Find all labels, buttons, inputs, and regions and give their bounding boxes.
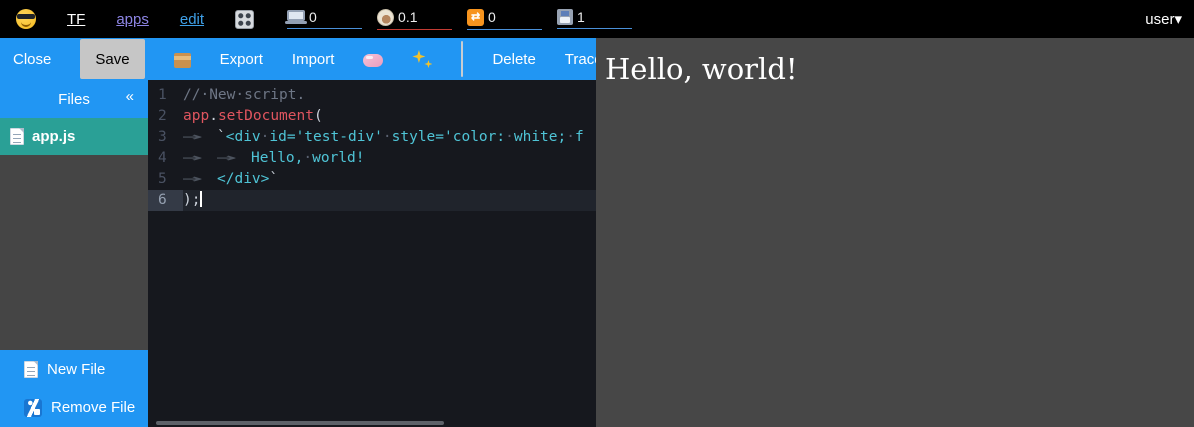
code-token: id='test-div': [269, 129, 383, 145]
code-line[interactable]: 5→</div>`: [148, 169, 596, 190]
tab-marker: →: [183, 127, 217, 148]
code-token: .: [209, 108, 218, 124]
code-token: ·: [303, 150, 312, 166]
top-bar: TF apps edit 0 0.1 0 1 user▾: [0, 0, 1194, 38]
new-file-label: New File: [47, 361, 105, 378]
code-token: `: [269, 171, 278, 187]
saves-value: 1: [577, 9, 585, 25]
caret-down-icon: ▾: [1174, 11, 1182, 28]
code-token: ·: [505, 129, 514, 145]
user-menu-label: user: [1145, 11, 1174, 28]
editor-pane: Close Save Export Import Delete Trace Fi…: [0, 38, 596, 427]
export-button[interactable]: Export: [220, 51, 263, 68]
line-number: 1: [148, 85, 183, 106]
main-area: Close Save Export Import Delete Trace Fi…: [0, 38, 1194, 427]
code-token: Hello,: [251, 150, 303, 166]
package-icon: [174, 53, 191, 68]
laptop-icon: [287, 10, 305, 21]
remove-file-label: Remove File: [51, 399, 135, 416]
code-token: </div>: [217, 171, 269, 187]
code-line[interactable]: 1//·New·script.: [148, 85, 596, 106]
remove-file-button[interactable]: Remove File: [0, 388, 148, 427]
save-button[interactable]: Save: [80, 39, 144, 79]
status-metrics: 0 0.1 0 1: [287, 9, 632, 30]
package-button[interactable]: [174, 51, 191, 68]
code-token: app: [183, 108, 209, 124]
line-number: 5: [148, 169, 183, 190]
workspace: Files « app.js New File Remove File: [0, 80, 596, 427]
new-file-button[interactable]: New File: [0, 350, 148, 388]
code-token: //·New·script.: [183, 87, 305, 103]
code-token: world!: [312, 150, 364, 166]
code-token: );: [183, 192, 200, 208]
nav-link-edit[interactable]: edit: [180, 11, 204, 28]
reload-metric: 0: [467, 9, 542, 30]
tab-marker: →: [183, 169, 217, 190]
code-line[interactable]: 2app.setDocument(: [148, 106, 596, 127]
files-header: Files «: [0, 80, 148, 118]
code-token: `: [217, 129, 226, 145]
delete-button[interactable]: Delete: [492, 51, 535, 68]
reload-icon: [467, 9, 484, 26]
sunglasses-face-icon[interactable]: [16, 9, 36, 29]
tab-marker: →: [217, 148, 251, 169]
close-button[interactable]: Close: [13, 51, 51, 68]
new-file-icon: [24, 361, 38, 378]
file-name: app.js: [32, 128, 75, 145]
code-lines: 1//·New·script.2app.setDocument(3→`<div·…: [148, 85, 596, 211]
editor-toolbar: Close Save Export Import Delete Trace: [0, 38, 596, 80]
files-sidebar: Files « app.js New File Remove File: [0, 80, 148, 427]
floppy-icon: [557, 9, 573, 25]
file-item-appjs[interactable]: app.js: [0, 118, 148, 155]
cpu-value: 0: [309, 9, 317, 25]
line-number: 3: [148, 127, 183, 148]
code-editor[interactable]: 1//·New·script.2app.setDocument(3→`<div·…: [148, 80, 596, 427]
code-token: style='color:: [392, 129, 506, 145]
ram-icon: [377, 9, 394, 26]
code-token: <div: [226, 129, 261, 145]
litter-bin-icon: [24, 399, 42, 417]
collapse-sidebar-icon[interactable]: «: [126, 88, 134, 105]
text-cursor: [200, 191, 202, 207]
line-number: 4: [148, 148, 183, 169]
soap-icon: [363, 54, 383, 67]
ram-value: 0.1: [398, 9, 417, 25]
reload-value: 0: [488, 9, 496, 25]
code-token: setDocument: [218, 108, 314, 124]
user-menu[interactable]: user▾: [1145, 10, 1182, 28]
files-title: Files: [58, 91, 90, 108]
preview-heading: Hello, world!: [605, 52, 1194, 86]
sidebar-filler: [0, 155, 148, 350]
preview-pane: Hello, world!: [596, 38, 1194, 427]
file-page-icon: [10, 128, 24, 145]
horizontal-scrollbar[interactable]: [156, 421, 444, 425]
line-number: 2: [148, 106, 183, 127]
sparkles-icon: [412, 49, 432, 69]
soap-button[interactable]: [363, 51, 383, 67]
code-token: f: [575, 129, 584, 145]
sparkles-button[interactable]: [412, 49, 432, 69]
ram-metric: 0.1: [377, 9, 452, 30]
code-token: white;: [514, 129, 566, 145]
code-line[interactable]: 3→`<div·id='test-div'·style='color:·whit…: [148, 127, 596, 148]
empty-box-button[interactable]: [461, 41, 463, 77]
saves-metric: 1: [557, 9, 632, 29]
line-number: 6: [148, 190, 183, 211]
nav-link-tf[interactable]: TF: [67, 11, 85, 28]
code-token: ·: [566, 129, 575, 145]
nav-link-apps[interactable]: apps: [116, 11, 149, 28]
import-button[interactable]: Import: [292, 51, 335, 68]
code-token: (: [314, 108, 323, 124]
cpu-metric: 0: [287, 9, 362, 29]
tab-marker: →: [183, 148, 217, 169]
code-line[interactable]: 4→→Hello,·world!: [148, 148, 596, 169]
top-bar-left: TF apps edit 0 0.1 0 1: [0, 9, 1145, 30]
code-line[interactable]: 6);: [148, 190, 596, 211]
control-knobs-icon[interactable]: [235, 10, 254, 29]
code-token: ·: [383, 129, 392, 145]
